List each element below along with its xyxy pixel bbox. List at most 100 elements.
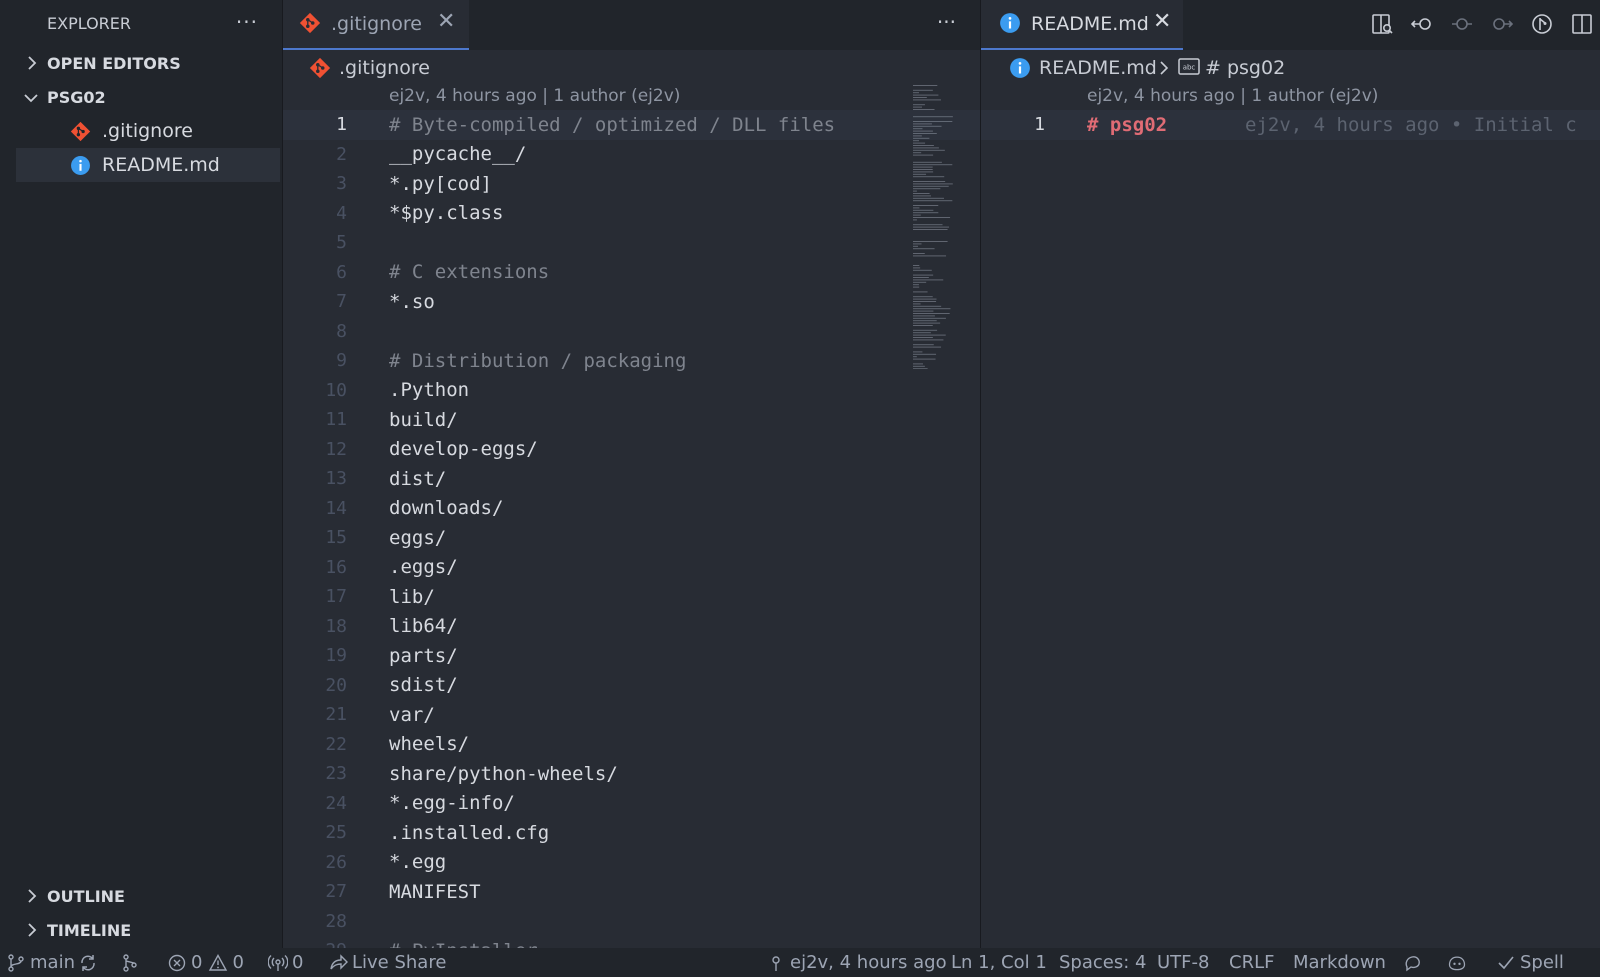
live-share-label: Live Share	[352, 952, 447, 973]
outline-section[interactable]: OUTLINE	[0, 879, 282, 913]
git-graph-icon[interactable]	[120, 948, 144, 977]
code-line[interactable]: 1 # Byte-compiled / optimized / DLL files	[283, 110, 980, 140]
code-line[interactable]: 20 sdist/	[283, 671, 980, 701]
code-line[interactable]: 28	[283, 907, 980, 937]
breadcrumb[interactable]: README.md abc # psg02	[981, 50, 1600, 86]
line-number: 24	[325, 792, 347, 814]
line-number: 1	[336, 114, 347, 136]
blame-status[interactable]: ej2v, 4 hours ago	[766, 948, 947, 977]
code-line[interactable]: 11 build/	[283, 405, 980, 435]
code-line[interactable]: 4 *$py.class	[283, 199, 980, 229]
ports-status[interactable]: 0	[268, 948, 303, 977]
code-line[interactable]: 27 MANIFEST	[283, 877, 980, 907]
open-editors-label: OPEN EDITORS	[47, 53, 181, 73]
code-text: *.egg	[389, 851, 447, 874]
close-icon[interactable]: ✕	[1153, 9, 1171, 34]
code-line[interactable]: 26 *.egg	[283, 848, 980, 878]
sync-icon[interactable]	[78, 948, 102, 977]
code-area[interactable]: 1 # Byte-compiled / optimized / DLL files…	[283, 110, 980, 966]
editor-more-icon[interactable]: ···	[937, 10, 956, 34]
code-line[interactable]: 15 eggs/	[283, 523, 980, 553]
code-line[interactable]: 9 # Distribution / packaging	[283, 346, 980, 376]
code-line[interactable]: 18 lib64/	[283, 612, 980, 642]
feedback-icon[interactable]	[1403, 948, 1427, 977]
branch-icon	[8, 953, 24, 972]
code-comment: # Distribution / packaging	[389, 349, 687, 372]
code-line[interactable]: 12 develop-eggs/	[283, 435, 980, 465]
warning-icon	[209, 953, 228, 971]
explorer-sidebar: EXPLORER ··· OPEN EDITORS PSG02 .gitigno…	[0, 0, 282, 948]
code-line[interactable]: 17 lib/	[283, 582, 980, 612]
timeline-section[interactable]: TIMELINE	[0, 913, 282, 947]
code-line[interactable]: 13 dist/	[283, 464, 980, 494]
spell-status[interactable]: Spell	[1496, 948, 1564, 977]
project-section[interactable]: PSG02	[0, 80, 282, 114]
branch-status[interactable]: main	[6, 948, 75, 977]
code-text: dist/	[389, 467, 447, 490]
code-text: wheels/	[389, 733, 470, 756]
code-line[interactable]: 7 *.so	[283, 287, 980, 317]
line-ending[interactable]: CRLF	[1229, 948, 1274, 977]
go-forward-icon[interactable]	[1484, 8, 1520, 40]
file-readme[interactable]: README.md	[16, 148, 280, 182]
close-icon[interactable]: ✕	[437, 9, 455, 34]
project-label: PSG02	[47, 87, 106, 107]
code-line[interactable]: 23 share/python-wheels/	[283, 759, 980, 789]
string-symbol-icon: abc	[1178, 58, 1200, 75]
line-number: 2	[336, 143, 347, 165]
problems-status[interactable]: 0 0	[167, 948, 244, 977]
commit-icon[interactable]	[1444, 8, 1480, 40]
tab-bar: .gitignore ✕ ···	[283, 0, 980, 50]
copilot-icon[interactable]	[1447, 948, 1471, 977]
blame-header[interactable]: ej2v, 4 hours ago | 1 author (ej2v)	[981, 86, 1600, 110]
code-line[interactable]: 19 parts/	[283, 641, 980, 671]
code-line[interactable]: 21 var/	[283, 700, 980, 730]
code-line[interactable]: 5	[283, 228, 980, 258]
code-line[interactable]: 8	[283, 317, 980, 347]
line-number: 10	[325, 379, 347, 401]
code-text: downloads/	[389, 497, 504, 520]
code-line[interactable]: 2 __pycache__/	[283, 140, 980, 170]
line-number: 20	[325, 674, 347, 696]
split-editor-icon[interactable]	[1564, 8, 1600, 40]
minimap[interactable]	[913, 84, 957, 369]
line-number: 23	[325, 763, 347, 785]
breadcrumb-symbol: # psg02	[1205, 57, 1286, 79]
line-number: 16	[325, 556, 347, 578]
tab-gitignore[interactable]: .gitignore ✕	[283, 0, 469, 50]
inline-blame[interactable]: ej2v, 4 hours ago • Initial c	[1245, 114, 1577, 136]
encoding[interactable]: UTF-8	[1157, 948, 1209, 977]
code-line[interactable]: 16 .eggs/	[283, 553, 980, 583]
blame-header[interactable]: ej2v, 4 hours ago | 1 author (ej2v)	[283, 86, 980, 110]
explorer-title: EXPLORER	[47, 13, 131, 33]
explorer-more-icon[interactable]: ···	[236, 10, 258, 34]
code-line[interactable]: 3 *.py[cod]	[283, 169, 980, 199]
open-preview-icon[interactable]	[1364, 8, 1400, 40]
code-line[interactable]: 6 # C extensions	[283, 258, 980, 288]
tab-readme[interactable]: README.md ✕	[981, 0, 1183, 50]
commit-icon	[772, 955, 780, 971]
indentation[interactable]: Spaces: 4	[1059, 948, 1146, 977]
line-number: 11	[325, 409, 347, 431]
file-gitignore[interactable]: .gitignore	[0, 114, 282, 148]
editor-group-right: README.md ✕ README.md abc # psg02 ej2v, …	[980, 0, 1600, 948]
line-number: 7	[336, 291, 347, 313]
language-mode[interactable]: Markdown	[1293, 948, 1386, 977]
git-lens-icon[interactable]	[1524, 8, 1560, 40]
code-line[interactable]: 24 *.egg-info/	[283, 789, 980, 819]
code-line[interactable]: 10 .Python	[283, 376, 980, 406]
line-number: 9	[336, 350, 347, 372]
breadcrumb[interactable]: .gitignore	[283, 50, 980, 86]
open-editors-section[interactable]: OPEN EDITORS	[0, 46, 282, 80]
line-number: 6	[336, 261, 347, 283]
go-back-icon[interactable]	[1404, 8, 1440, 40]
code-line[interactable]: 1 # psg02 ej2v, 4 hours ago • Initial c	[981, 110, 1600, 140]
code-line[interactable]: 22 wheels/	[283, 730, 980, 760]
code-line[interactable]: 14 downloads/	[283, 494, 980, 524]
broadcast-icon	[268, 954, 288, 971]
live-share-button[interactable]: Live Share	[328, 948, 446, 977]
check-icon	[1498, 955, 1514, 969]
cursor-position[interactable]: Ln 1, Col 1	[951, 948, 1047, 977]
code-text: *.egg-info/	[389, 792, 515, 815]
code-line[interactable]: 25 .installed.cfg	[283, 818, 980, 848]
